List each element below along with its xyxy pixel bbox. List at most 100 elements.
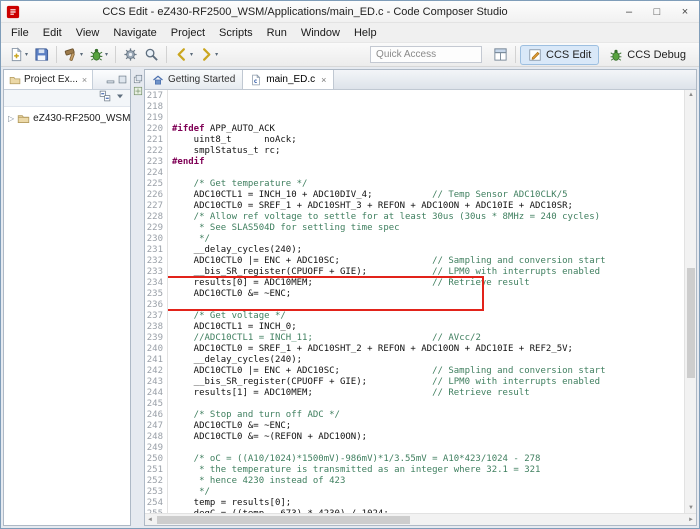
line-number: 241 — [146, 355, 163, 365]
minimize-button[interactable]: – — [615, 1, 643, 22]
chevron-down-icon[interactable]: ▾ — [80, 51, 83, 58]
close-view-icon[interactable]: × — [82, 75, 87, 85]
menu-item-scripts[interactable]: Scripts — [212, 25, 260, 41]
horizontal-scrollbar[interactable]: ◄ ► — [145, 513, 696, 525]
perspective-ccs-debug[interactable]: CCS Debug — [601, 45, 694, 65]
line-number: 217 — [146, 91, 163, 101]
line-number: 239 — [146, 333, 163, 343]
code-line: ADC10CTL0 = SREF_1 + ADC10SHT_3 + REFON … — [172, 201, 573, 211]
line-number: 234 — [146, 278, 163, 288]
line-number: 221 — [146, 135, 163, 145]
tab-label: Getting Started — [168, 74, 236, 85]
debug-button[interactable]: ▾ — [86, 44, 111, 65]
code-editor[interactable]: #ifdef APP_AUTO_ACK uint8_t noAck; smplS… — [168, 90, 684, 513]
folder-icon — [9, 76, 21, 84]
toolbar-separator — [515, 46, 517, 63]
code-line: #ifdef APP_AUTO_ACK — [172, 124, 275, 134]
save-button[interactable] — [31, 44, 52, 65]
line-number: 225 — [146, 179, 163, 189]
tab-project-explorer[interactable]: Project Ex... × — [4, 70, 94, 89]
search-button[interactable] — [141, 44, 162, 65]
line-number: 228 — [146, 212, 163, 222]
chevron-down-icon[interactable]: ▾ — [25, 51, 28, 58]
line-number: 249 — [146, 443, 163, 453]
line-number-ruler[interactable]: 217 218 219 220 221 222 223 224 225 226 227 228 229 2… — [145, 90, 168, 513]
scroll-up-icon[interactable]: ▲ — [685, 90, 696, 100]
maximize-view-button[interactable] — [117, 74, 128, 85]
chevron-down-icon[interactable]: ▾ — [215, 51, 218, 58]
line-number: 236 — [146, 300, 163, 310]
menu-item-run[interactable]: Run — [260, 25, 294, 41]
scroll-left-icon[interactable]: ◄ — [145, 514, 155, 525]
project-explorer-header: Project Ex... × — [4, 70, 130, 90]
svg-text:c: c — [254, 78, 258, 85]
horizontal-scroll-thumb[interactable] — [157, 516, 411, 524]
code-line: ADC10CTL1 = INCH_0; — [172, 322, 297, 332]
line-number: 230 — [146, 234, 163, 244]
new-target-configuration-button[interactable] — [120, 44, 141, 65]
expand-arrow-icon[interactable]: ▷ — [8, 114, 14, 123]
code-line: smplStatus_t rc; — [172, 146, 281, 156]
code-line: __delay_cycles(240); — [172, 355, 303, 365]
menu-item-project[interactable]: Project — [164, 25, 212, 41]
tab-getting-started[interactable]: Getting Started — [145, 70, 244, 89]
project-folder-icon — [17, 115, 30, 123]
vertical-scroll-thumb[interactable] — [687, 267, 695, 378]
tab-main-ed-c[interactable]: c main_ED.c × — [243, 70, 335, 89]
line-number: 254 — [146, 498, 163, 508]
chevron-down-icon[interactable]: ▾ — [190, 51, 193, 58]
minimized-view-icon[interactable] — [133, 83, 143, 96]
open-perspective-button[interactable] — [490, 44, 511, 65]
menu-item-edit[interactable]: Edit — [36, 25, 69, 41]
back-button[interactable]: ▾ — [171, 44, 196, 65]
code-line: * hence 4230 instead of 423 — [172, 476, 346, 486]
perspective-ccs-edit[interactable]: CCS Edit — [520, 44, 600, 65]
view-menu-button[interactable] — [114, 89, 126, 107]
app-window: CCS Edit - eZ430-RF2500_WSM/Applications… — [0, 0, 700, 529]
new-button[interactable]: ▾ — [6, 44, 31, 65]
line-number: 243 — [146, 377, 163, 387]
collapse-all-button[interactable] — [99, 89, 111, 107]
code-line: ADC10CTL0 |= ENC + ADC10SC; // Sampling … — [172, 366, 606, 376]
forward-button[interactable]: ▾ — [196, 44, 221, 65]
line-number: 240 — [146, 344, 163, 354]
menu-item-navigate[interactable]: Navigate — [106, 25, 163, 41]
menu-item-file[interactable]: File — [4, 25, 36, 41]
main-toolbar: ▾ ▾ ▾ ▾ ▾ CCS Edit CCS Debug — [1, 42, 699, 67]
line-number: 233 — [146, 267, 163, 277]
code-line: ADC10CTL0 &= ~ENC; — [172, 421, 292, 431]
close-button[interactable]: × — [671, 1, 699, 22]
menu-item-help[interactable]: Help — [347, 25, 384, 41]
scroll-down-icon[interactable]: ▼ — [685, 503, 696, 513]
tree-item-project[interactable]: ▷ eZ430-RF2500_WSM — [4, 111, 130, 126]
code-line: /* Stop and turn off ADC */ — [172, 410, 340, 420]
line-number: 218 — [146, 102, 163, 112]
menu-item-view[interactable]: View — [69, 25, 107, 41]
chevron-down-icon[interactable]: ▾ — [105, 51, 108, 58]
quick-access-input[interactable] — [370, 46, 483, 63]
menu-item-window[interactable]: Window — [294, 25, 347, 41]
menu-bar: File Edit View Navigate Project Scripts Run Win… — [1, 23, 699, 42]
code-line: //ADC10CTL1 = INCH_11; // AVcc/2 — [172, 333, 481, 343]
line-number: 250 — [146, 454, 163, 464]
code-line: ADC10CTL0 &= ~ENC; — [172, 289, 292, 299]
close-tab-icon[interactable]: × — [321, 75, 326, 85]
vertical-scrollbar[interactable]: ▲ ▼ — [684, 90, 696, 513]
code-line: /* Allow ref voltage to settle for at le… — [172, 212, 601, 222]
line-number: 247 — [146, 421, 163, 431]
line-number: 238 — [146, 322, 163, 332]
line-number: 226 — [146, 190, 163, 200]
line-number: 235 — [146, 289, 163, 299]
line-number: 251 — [146, 465, 163, 475]
line-number: 244 — [146, 388, 163, 398]
minimize-view-button[interactable] — [105, 74, 116, 85]
build-button[interactable]: ▾ — [61, 44, 86, 65]
scroll-right-icon[interactable]: ► — [686, 514, 696, 525]
code-line: /* Get voltage */ — [172, 311, 286, 321]
code-line: /* Get temperature */ — [172, 179, 308, 189]
restore-views-button[interactable] — [133, 71, 143, 84]
code-line: __delay_cycles(240); — [172, 245, 303, 255]
maximize-button[interactable]: □ — [643, 1, 671, 22]
